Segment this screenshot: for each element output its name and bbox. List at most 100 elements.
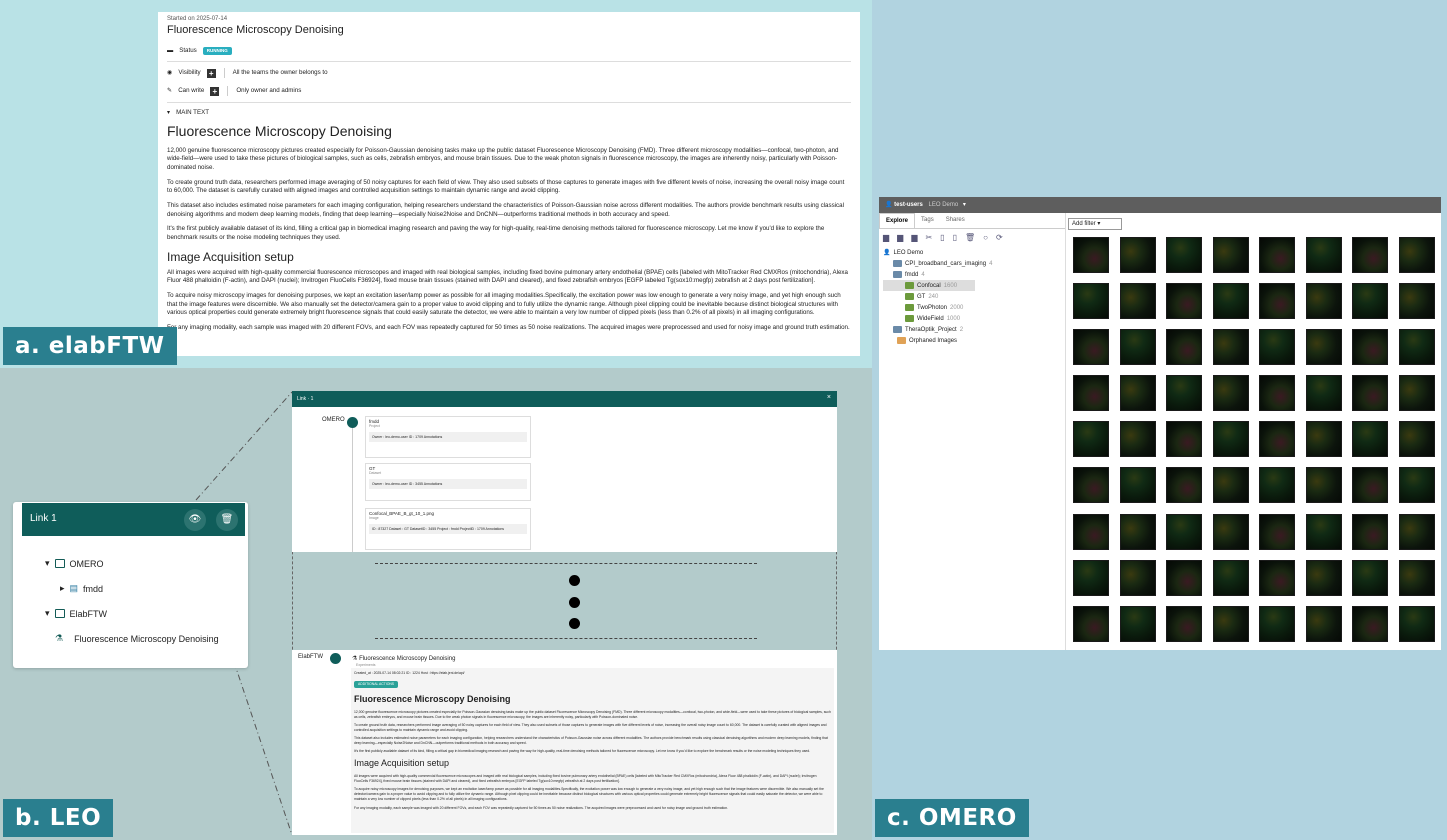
view-button[interactable]: 👁 [184,509,206,531]
image-thumbnail[interactable] [1166,375,1202,412]
image-thumbnail[interactable] [1259,559,1295,596]
image-thumbnail[interactable] [1259,329,1295,366]
tree-node-dataset[interactable]: WideField 1000 [883,313,1065,324]
image-thumbnail[interactable] [1352,329,1388,366]
tree-node-elabftw[interactable]: ▾ ElabFTW [45,608,107,619]
image-thumbnail[interactable] [1166,513,1202,550]
omero-item-card[interactable]: GT Dataset Owner : leo-demo-user ID : 34… [365,463,531,501]
image-thumbnail[interactable] [1212,559,1249,596]
image-thumbnail[interactable] [1119,605,1156,642]
image-thumbnail[interactable] [1119,283,1156,320]
image-thumbnail[interactable] [1073,605,1109,642]
image-thumbnail[interactable] [1305,513,1342,550]
tree-node-project[interactable]: fmdd 4 [883,269,1065,280]
tree-node-fmdd[interactable]: ▸ ▤ fmdd [60,583,103,594]
image-thumbnail[interactable] [1119,329,1156,366]
additional-actions-button[interactable]: ADDITIONAL ACTIONS [354,681,399,689]
delete-button[interactable]: 🗑 [216,509,238,531]
image-thumbnail[interactable] [1352,237,1388,273]
image-thumbnail[interactable] [1119,375,1156,412]
image-thumbnail[interactable] [1352,559,1388,596]
image-thumbnail[interactable] [1212,421,1249,458]
image-thumbnail[interactable] [1073,513,1109,550]
image-thumbnail[interactable] [1073,559,1109,596]
caret-down-icon[interactable]: ▾ [963,202,966,208]
new-folder-icon[interactable]: ▆ [883,233,889,243]
image-thumbnail[interactable] [1166,605,1202,642]
image-thumbnail[interactable] [1398,375,1435,412]
tree-node-omero[interactable]: ▾ OMERO [45,558,104,569]
image-thumbnail[interactable] [1259,375,1295,412]
image-thumbnail[interactable] [1259,513,1295,550]
image-thumbnail[interactable] [1212,467,1249,504]
image-thumbnail[interactable] [1305,421,1342,458]
image-thumbnail[interactable] [1119,237,1156,273]
image-thumbnail[interactable] [1352,467,1388,504]
image-thumbnail[interactable] [1352,605,1388,642]
image-thumbnail[interactable] [1398,467,1435,504]
elab-item-title[interactable]: ⚗ Fluorescence Microscopy Denoising [352,655,455,662]
omero-item-card[interactable]: Confocal_BPAE_B_gt_10_1.png Image ID : 8… [365,508,531,550]
image-thumbnail[interactable] [1073,421,1109,458]
main-text-toggle[interactable]: ▾ MAIN TEXT [167,109,851,118]
omero-item-card[interactable]: fmdd Project Owner : leo-demo-user ID : … [365,416,531,458]
refresh-icon[interactable]: ⟳ [996,233,1003,243]
image-thumbnail[interactable] [1398,559,1435,596]
add-filter-select[interactable]: Add filter ▾ [1068,218,1122,230]
tree-node-project[interactable]: TheraOptik_Project 2 [883,324,1065,335]
image-thumbnail[interactable] [1398,513,1435,550]
image-thumbnail[interactable] [1073,375,1109,412]
new-dataset-icon[interactable]: ▆ [911,233,917,243]
delete-icon[interactable]: 🗑 [965,233,975,243]
image-thumbnail[interactable] [1073,329,1109,366]
image-thumbnail[interactable] [1305,467,1342,504]
image-thumbnail[interactable] [1305,237,1342,273]
tree-node-project[interactable]: CPI_broadband_cars_imaging 4 [883,258,1065,269]
image-thumbnail[interactable] [1305,283,1342,320]
image-thumbnail[interactable] [1398,605,1435,642]
tree-node-dataset[interactable]: TwoPhoton 2000 [883,302,1065,313]
image-thumbnail[interactable] [1259,237,1295,273]
copy-icon[interactable]: ▯ [940,233,944,243]
tree-node-experiment[interactable]: ⚗ Fluorescence Microscopy Denoising [55,633,219,644]
image-thumbnail[interactable] [1352,375,1388,412]
image-thumbnail[interactable] [1398,283,1435,320]
user-name[interactable]: test-users [894,202,923,208]
tab-shares[interactable]: Shares [940,213,971,228]
image-thumbnail[interactable] [1352,421,1388,458]
new-project-icon[interactable]: ▆ [897,233,903,243]
tree-node-dataset-selected[interactable]: Confocal 1600 [883,280,975,291]
group-name[interactable]: LEO Demo [929,202,959,208]
image-thumbnail[interactable] [1166,559,1202,596]
image-thumbnail[interactable] [1352,513,1388,550]
image-thumbnail[interactable] [1212,329,1249,366]
image-thumbnail[interactable] [1212,283,1249,320]
image-thumbnail[interactable] [1305,559,1342,596]
tree-node-dataset[interactable]: GT 240 [883,291,1065,302]
close-icon[interactable]: × [827,394,831,401]
image-thumbnail[interactable] [1119,467,1156,504]
image-thumbnail[interactable] [1166,237,1202,273]
paste-icon[interactable]: ▯ [953,233,957,243]
image-thumbnail[interactable] [1398,329,1435,366]
image-thumbnail[interactable] [1259,605,1295,642]
visibility-edit-button[interactable]: + [206,68,216,78]
image-thumbnail[interactable] [1305,329,1342,366]
image-thumbnail[interactable] [1073,283,1109,320]
image-thumbnail[interactable] [1119,513,1156,550]
image-thumbnail[interactable] [1212,237,1249,273]
image-thumbnail[interactable] [1119,559,1156,596]
tree-node-group[interactable]: 👤 LEO Demo [883,247,1065,258]
image-thumbnail[interactable] [1259,421,1295,458]
image-thumbnail[interactable] [1259,467,1295,504]
image-thumbnail[interactable] [1073,467,1109,504]
image-thumbnail[interactable] [1259,283,1295,320]
image-thumbnail[interactable] [1212,513,1249,550]
image-thumbnail[interactable] [1119,421,1156,458]
image-thumbnail[interactable] [1073,237,1109,273]
status-badge[interactable]: RUNNING [202,46,232,56]
canwrite-edit-button[interactable]: + [210,86,220,96]
image-thumbnail[interactable] [1398,421,1435,458]
image-thumbnail[interactable] [1398,237,1435,273]
tree-node-orphaned[interactable]: Orphaned Images [883,335,1065,346]
